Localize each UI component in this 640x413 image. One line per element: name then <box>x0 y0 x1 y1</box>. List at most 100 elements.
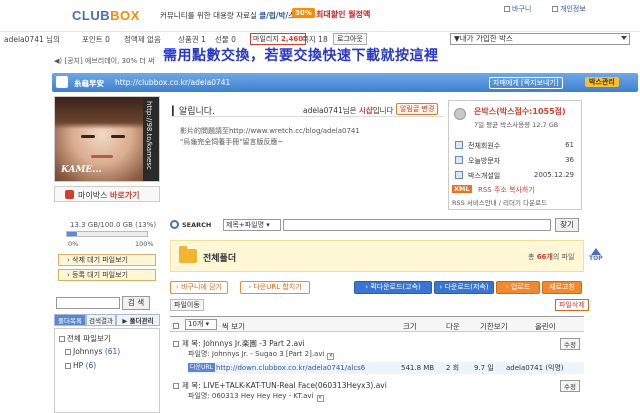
refresh-button[interactable]: 새로고침 <box>542 281 582 294</box>
search-input[interactable] <box>283 219 551 231</box>
close-icon[interactable]: × <box>327 353 335 360</box>
column-uploader[interactable]: 올린이 <box>535 321 556 332</box>
box-manage-button[interactable]: 박스관리 <box>585 77 619 87</box>
stat-label: 오늘방문자 <box>468 157 501 165</box>
top-label: TOP <box>589 255 603 262</box>
edit-button[interactable]: 수정 <box>560 380 580 392</box>
tab-folder-manage[interactable]: ▶ 폴더관리 <box>116 314 160 326</box>
notice-bar[interactable]: ◀) [공지] 에브리데이, 30% 더 써 <box>54 56 154 66</box>
register-wait-files-button[interactable]: › 등록 대기 파일보기 <box>58 269 156 281</box>
stat-value: 2005.12.29 <box>533 171 574 179</box>
merge-urls-button[interactable]: › 다운URL 합치기 <box>240 281 310 294</box>
notes-link[interactable]: 쪽지 18 <box>302 34 328 45</box>
upload-button[interactable]: › 업로드 <box>496 281 540 294</box>
file-name: 파일명: 060313 Hey Hey Hey - KT.avi × <box>188 391 324 402</box>
my-info-label: 개인정보 <box>560 5 586 13</box>
merge-urls-label: 다운URL 합치기 <box>253 283 302 291</box>
file-name-text: 파일명: 060313 Hey Hey Hey - KT.avi <box>188 392 314 400</box>
xml-badge[interactable]: XML <box>452 185 472 193</box>
folder-item-label: HP <box>73 361 84 370</box>
file-delete-button[interactable]: 파일삭제 <box>555 299 589 311</box>
site-url[interactable]: http://clubbox.co.kr/adela0741 <box>115 78 230 87</box>
column-expiry[interactable]: 기한보기 <box>480 321 508 332</box>
members-icon <box>455 141 463 149</box>
column-size[interactable]: 크기 <box>403 321 417 332</box>
expand-icon <box>59 336 65 342</box>
mileage-value: 2,460 <box>281 35 304 43</box>
my-info-link[interactable]: 개인정보 <box>552 4 586 14</box>
promo-link[interactable]: 최대할인 월정액 <box>316 9 370 20</box>
checkbox-icon <box>173 383 179 389</box>
alarm-user-prefix: adela0741님은 <box>303 106 357 115</box>
per-page-select[interactable]: 10개 ▾ <box>185 319 217 330</box>
calendar-icon <box>455 171 463 179</box>
profile-eye <box>81 135 95 138</box>
tab-search-results[interactable]: 검색결과 <box>86 314 116 326</box>
user-greeting: adela0741 님의 <box>4 35 60 44</box>
add-to-cart-button[interactable]: › 바구니에 담기 <box>170 281 228 294</box>
coupon-link[interactable]: 상품권 1 <box>178 34 206 45</box>
row-checkbox[interactable] <box>173 339 181 348</box>
row-checkbox[interactable] <box>173 381 181 390</box>
clubbox-logo[interactable]: CLUBBOX <box>72 8 140 23</box>
per-page-value: 10개 <box>188 320 204 328</box>
send-note-button[interactable]: 자매에게 [쪽지보내기] <box>489 77 563 89</box>
profile-side-strip: http://98.to/kamesc <box>143 97 159 181</box>
tagline-highlight: 클/럽/박/스 <box>259 11 296 20</box>
table-row: 제 목: LIVE+TALK-KAT-TUN-Real Face(060313H… <box>170 380 584 413</box>
fast-download-label: 퀵다운로드(고속) <box>370 283 421 291</box>
file-move-button[interactable]: 파일이동 <box>170 299 204 311</box>
scroll-top-button[interactable]: TOP <box>589 248 603 262</box>
visitors-icon <box>455 156 463 164</box>
change-alarm-button[interactable]: 알림글 변경 <box>396 103 439 115</box>
logout-button[interactable]: 로그아웃 <box>333 33 367 45</box>
left-search-button[interactable]: 검 색 <box>122 296 150 310</box>
checkbox-icon <box>173 323 179 329</box>
notice-text: [공지] 에브리데이, 30% 더 써 <box>64 57 155 65</box>
logo-main-text: CLUB <box>72 8 111 23</box>
points-link[interactable]: 포인트 0 <box>82 34 110 45</box>
select-all-checkbox[interactable] <box>173 321 181 330</box>
gift-link[interactable]: 선물 0 <box>215 34 236 45</box>
mybox-shortcut-button[interactable]: 마이박스 바로가기 <box>54 186 160 202</box>
rss-copy-link[interactable]: RSS 주소 복사하기 <box>478 185 535 195</box>
file-count-value: 66개 <box>536 253 553 261</box>
medal-icon <box>452 104 468 124</box>
file-title-link[interactable]: 제 목: LIVE+TALK-KAT-TUN-Real Face(060313H… <box>182 380 387 391</box>
usage-text: 13.3 GB/100.0 GB (13%) <box>70 221 157 229</box>
joined-box-select[interactable]: ▼내가 가입한 박스 <box>450 33 630 45</box>
download-url-link[interactable]: http://down.clubbox.co.kr/adela0741/alcs… <box>216 362 365 374</box>
fixed-plan-link[interactable]: 정액제 없음 <box>124 34 161 45</box>
delete-wait-label: 삭제 대기 파일보기 <box>72 256 129 264</box>
mileage-box[interactable]: 마일리지 2,460 <box>250 33 307 45</box>
folder-item-all[interactable]: 전체 파일보기 <box>59 333 111 344</box>
file-count-suffix: 의 파일 <box>552 253 575 261</box>
left-search-input[interactable] <box>56 297 120 309</box>
search-icon <box>170 220 179 229</box>
folder-icon <box>65 363 71 369</box>
usage-min-label: 0% <box>68 240 79 248</box>
download-button[interactable]: › 다운로드(저속) <box>434 281 494 294</box>
fast-download-button[interactable]: › 퀵다운로드(고속) <box>354 281 432 294</box>
logo-accent-text: BOX <box>110 8 140 23</box>
edit-button[interactable]: 수정 <box>560 338 580 350</box>
column-downloads[interactable]: 다운 <box>446 321 460 332</box>
tab-folder-list[interactable]: 폴더목록 <box>54 314 86 326</box>
site-name: 糸龜早安 <box>74 79 104 88</box>
download-url-tag: 다운URL <box>188 363 215 372</box>
mybox-go-label: 바로가기 <box>110 191 140 200</box>
alarm-divider <box>172 116 444 117</box>
speaker-icon: ◀) <box>54 57 63 65</box>
folder-item-johnnys[interactable]: Johnnys (61) <box>65 347 120 356</box>
promo-badge[interactable]: 30% <box>292 8 315 18</box>
cart-link[interactable]: 바구니 <box>504 4 531 14</box>
uploader-name: adela0741 (익명) <box>506 364 564 372</box>
alarm-message-line: "烏龜完全饲養手冊"留言版反應~ <box>180 138 284 146</box>
delete-wait-files-button[interactable]: › 삭제 대기 파일보기 <box>58 254 156 266</box>
search-type-select[interactable]: 제목+파일명 ▾ <box>223 219 281 231</box>
file-title-link[interactable]: 제 목: Johnnys Jr.楽園 -3 Part 2.avi <box>182 338 305 349</box>
close-icon[interactable]: × <box>316 395 324 402</box>
rss-service-link[interactable]: RSS 서비스안내 / 리더기 다운로드 <box>452 197 547 207</box>
folder-item-hp[interactable]: HP (6) <box>65 361 96 370</box>
search-button[interactable]: 찾기 <box>555 218 579 232</box>
